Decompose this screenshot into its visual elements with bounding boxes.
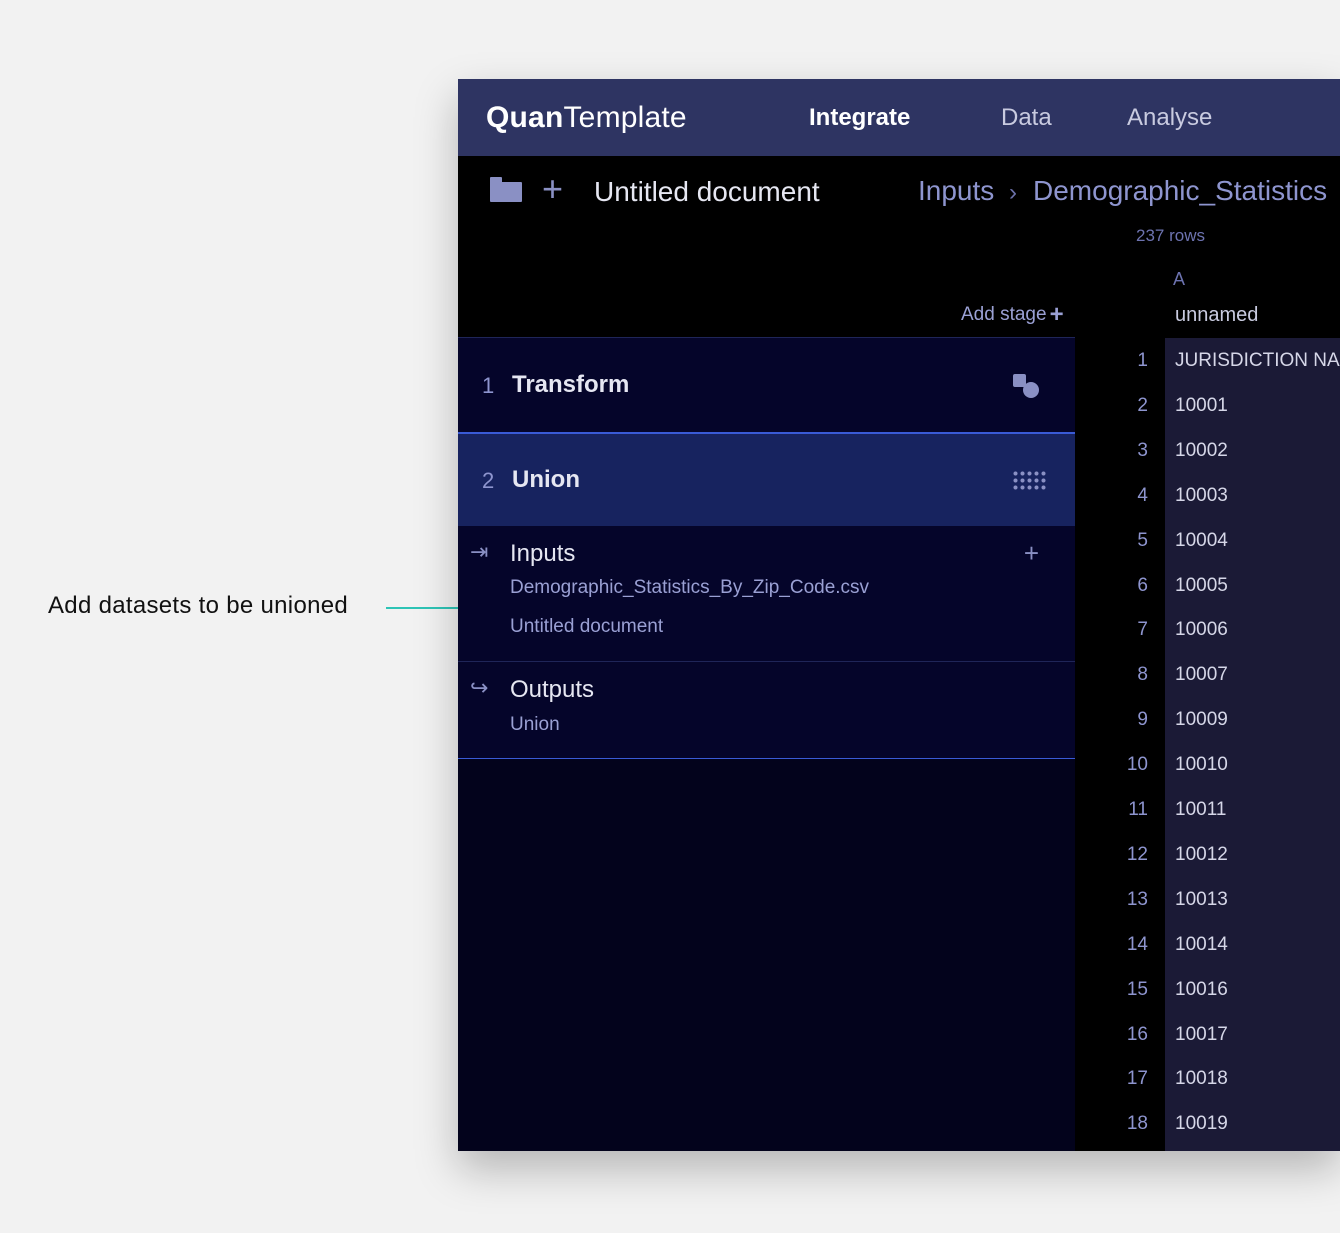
table-cell[interactable]: 10017	[1175, 1024, 1228, 1046]
input-dataset-item[interactable]: Untitled document	[510, 616, 663, 638]
row-number: 10	[1126, 754, 1148, 775]
output-dataset-item[interactable]: Union	[510, 714, 560, 736]
row-number: 8	[1137, 664, 1148, 685]
add-stage-plus-icon: +	[1049, 301, 1064, 328]
grid-icon	[1012, 470, 1048, 492]
breadcrumb-dataset[interactable]: Demographic_Statistics	[1033, 175, 1327, 207]
add-input-plus-icon[interactable]: +	[1024, 538, 1039, 569]
annotation-label: Add datasets to be unioned	[48, 592, 349, 619]
row-number: 1	[1137, 350, 1148, 371]
row-number: 17	[1126, 1068, 1148, 1089]
table-cell[interactable]: 10014	[1175, 934, 1228, 956]
column-letter: A	[1173, 269, 1186, 289]
outputs-title: Outputs	[510, 676, 595, 703]
input-dataset-item[interactable]: Demographic_Statistics_By_Zip_Code.csv	[510, 577, 869, 599]
row-number: 9	[1137, 709, 1148, 730]
row-number: 11	[1128, 799, 1148, 820]
folder-icon[interactable]	[490, 177, 522, 202]
row-number: 4	[1137, 485, 1148, 506]
outputs-section: ↪ Outputs Union	[458, 662, 1075, 759]
row-number: 16	[1126, 1024, 1148, 1045]
inputs-title: Inputs	[510, 540, 576, 567]
add-stage-button[interactable]: Add stage +	[961, 299, 1064, 328]
inputs-section: ⇥ Inputs + Demographic_Statistics_By_Zip…	[458, 526, 1075, 662]
nav-analyse[interactable]: Analyse	[1127, 104, 1212, 132]
transform-icon	[1013, 374, 1041, 400]
breadcrumb-chevron-icon: ›	[1009, 179, 1017, 206]
nav-integrate[interactable]: Integrate	[809, 104, 910, 132]
table-cell[interactable]: 10006	[1175, 619, 1228, 641]
output-arrow-icon: ↪	[470, 675, 489, 700]
row-number: 2	[1137, 395, 1148, 416]
table-cell[interactable]: 10004	[1175, 530, 1228, 552]
quantemplate-logo: QuanTemplate	[486, 101, 687, 134]
table-cell[interactable]: 10011	[1175, 799, 1226, 821]
table-cell[interactable]: 10010	[1175, 754, 1228, 776]
stage-name: Transform	[512, 371, 630, 398]
row-number: 7	[1137, 619, 1148, 640]
table-cell[interactable]: 10018	[1175, 1068, 1228, 1090]
stage-number: 1	[482, 373, 495, 398]
table-cell[interactable]: 10016	[1175, 979, 1228, 1001]
nav-data[interactable]: Data	[1001, 104, 1052, 132]
table-cell[interactable]: 10005	[1175, 575, 1228, 597]
stage-number: 2	[482, 468, 495, 493]
table-cell[interactable]: 10019	[1175, 1113, 1228, 1135]
table-cell[interactable]: 10012	[1175, 844, 1228, 866]
column-header[interactable]: unnamed	[1175, 304, 1258, 327]
row-number: 18	[1126, 1113, 1148, 1134]
row-number: 14	[1126, 934, 1148, 955]
table-cell[interactable]: 10007	[1175, 664, 1228, 686]
row-count: 237 rows	[1136, 226, 1205, 245]
table-cell[interactable]: 10003	[1175, 485, 1228, 507]
new-document-plus-icon[interactable]: +	[542, 171, 563, 207]
table-cell[interactable]: 10013	[1175, 889, 1228, 911]
row-number: 6	[1137, 575, 1148, 596]
stage-transform[interactable]: 1 Transform	[458, 338, 1075, 432]
document-title[interactable]: Untitled document	[594, 176, 820, 208]
table-cell[interactable]: 10009	[1175, 709, 1228, 731]
table-cell[interactable]: JURISDICTION NAME	[1175, 350, 1340, 372]
row-number: 3	[1137, 440, 1148, 461]
stages-panel: 1 Transform 2 Union ⇥ Inputs + Demograph…	[458, 337, 1075, 1151]
row-number: 13	[1126, 889, 1148, 910]
stage-name: Union	[512, 466, 580, 493]
row-number: 5	[1137, 530, 1148, 551]
app-window: QuanTemplate Integrate Data Analyse + Un…	[458, 79, 1340, 1151]
stage-union[interactable]: 2 Union	[458, 432, 1075, 526]
top-navigation-bar: QuanTemplate Integrate Data Analyse	[458, 79, 1340, 156]
input-arrow-icon: ⇥	[470, 539, 489, 564]
table-cell[interactable]: 10002	[1175, 440, 1228, 462]
row-number: 12	[1126, 844, 1148, 865]
breadcrumb-inputs[interactable]: Inputs	[918, 175, 994, 207]
row-number: 15	[1126, 979, 1148, 1000]
table-cell[interactable]: 10001	[1175, 395, 1228, 417]
